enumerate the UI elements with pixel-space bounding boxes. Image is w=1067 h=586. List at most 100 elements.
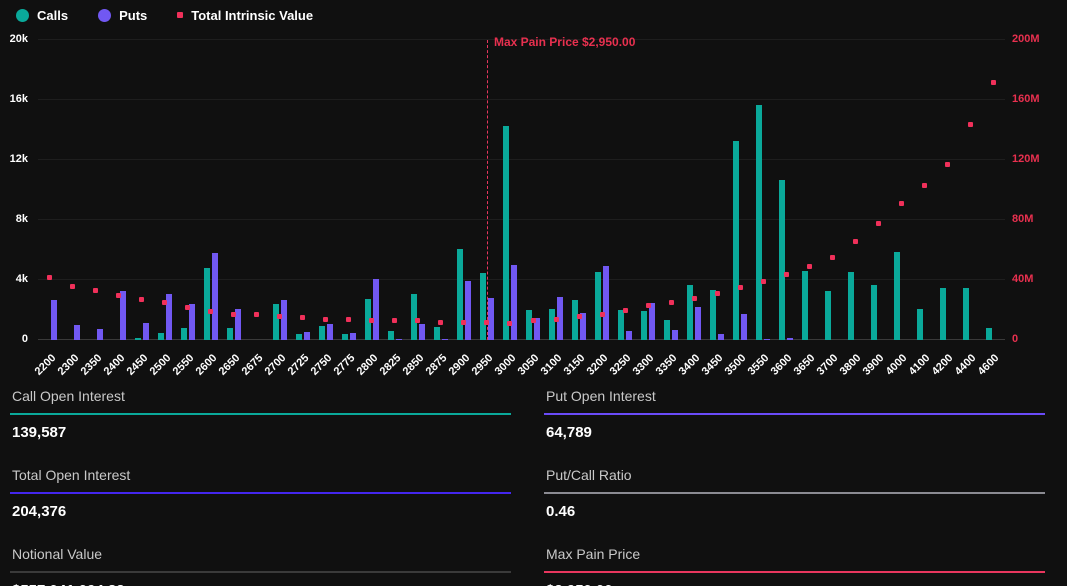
put-bar[interactable] [281, 300, 287, 341]
call-bar[interactable] [940, 288, 946, 340]
intrinsic-value-dot[interactable] [600, 312, 605, 317]
call-bar[interactable] [526, 310, 532, 340]
intrinsic-value-dot[interactable] [807, 264, 812, 269]
call-bar[interactable] [319, 326, 325, 340]
call-bar[interactable] [181, 328, 187, 340]
call-bar[interactable] [825, 291, 831, 340]
intrinsic-value-dot[interactable] [70, 284, 75, 289]
call-bar[interactable] [549, 309, 555, 340]
call-bar[interactable] [848, 272, 854, 340]
call-bar[interactable] [595, 272, 601, 340]
put-bar[interactable] [741, 314, 747, 340]
call-bar[interactable] [572, 300, 578, 340]
put-bar[interactable] [511, 265, 517, 340]
call-bar[interactable] [710, 290, 716, 340]
put-bar[interactable] [603, 266, 609, 340]
call-bar[interactable] [457, 249, 463, 340]
intrinsic-value-dot[interactable] [185, 305, 190, 310]
put-bar[interactable] [787, 338, 793, 340]
intrinsic-value-dot[interactable] [392, 318, 397, 323]
put-bar[interactable] [51, 300, 57, 340]
call-bar[interactable] [641, 311, 647, 340]
call-bar[interactable] [917, 309, 923, 340]
put-bar[interactable] [327, 324, 333, 340]
legend-item-total-intrinsic-value[interactable]: Total Intrinsic Value [177, 8, 313, 23]
call-bar[interactable] [894, 252, 900, 340]
intrinsic-value-dot[interactable] [369, 318, 374, 323]
put-bar[interactable] [74, 325, 80, 340]
call-bar[interactable] [779, 180, 785, 340]
call-bar[interactable] [733, 141, 739, 341]
put-bar[interactable] [465, 281, 471, 340]
intrinsic-value-dot[interactable] [876, 221, 881, 226]
call-bar[interactable] [756, 105, 762, 341]
call-bar[interactable] [296, 334, 302, 340]
intrinsic-value-dot[interactable] [208, 309, 213, 314]
put-bar[interactable] [718, 334, 724, 340]
call-bar[interactable] [135, 338, 141, 340]
put-bar[interactable] [97, 329, 103, 340]
intrinsic-value-dot[interactable] [623, 308, 628, 313]
intrinsic-value-dot[interactable] [231, 312, 236, 317]
call-bar[interactable] [871, 285, 877, 340]
intrinsic-value-dot[interactable] [830, 255, 835, 260]
intrinsic-value-dot[interactable] [277, 314, 282, 319]
intrinsic-value-dot[interactable] [554, 317, 559, 322]
intrinsic-value-dot[interactable] [922, 183, 927, 188]
call-bar[interactable] [986, 328, 992, 340]
call-bar[interactable] [503, 126, 509, 341]
intrinsic-value-dot[interactable] [415, 318, 420, 323]
put-bar[interactable] [419, 324, 425, 341]
call-bar[interactable] [687, 285, 693, 340]
intrinsic-value-dot[interactable] [507, 321, 512, 326]
put-bar[interactable] [672, 330, 678, 340]
intrinsic-value-dot[interactable] [853, 239, 858, 244]
put-bar[interactable] [373, 279, 379, 340]
intrinsic-value-dot[interactable] [761, 279, 766, 284]
call-bar[interactable] [664, 320, 670, 340]
call-bar[interactable] [618, 310, 624, 340]
put-bar[interactable] [212, 253, 218, 340]
call-bar[interactable] [963, 288, 969, 340]
intrinsic-value-dot[interactable] [577, 314, 582, 319]
legend-item-calls[interactable]: Calls [16, 8, 68, 23]
call-bar[interactable] [388, 331, 394, 340]
intrinsic-value-dot[interactable] [531, 318, 536, 323]
call-bar[interactable] [227, 328, 233, 340]
put-bar[interactable] [488, 298, 494, 340]
put-bar[interactable] [626, 331, 632, 340]
intrinsic-value-dot[interactable] [669, 300, 674, 305]
put-bar[interactable] [764, 339, 770, 341]
intrinsic-value-dot[interactable] [139, 297, 144, 302]
intrinsic-value-dot[interactable] [945, 162, 950, 167]
intrinsic-value-dot[interactable] [784, 272, 789, 277]
intrinsic-value-dot[interactable] [47, 275, 52, 280]
intrinsic-value-dot[interactable] [715, 291, 720, 296]
put-bar[interactable] [442, 339, 448, 341]
intrinsic-value-dot[interactable] [991, 80, 996, 85]
put-bar[interactable] [396, 339, 402, 341]
intrinsic-value-dot[interactable] [93, 288, 98, 293]
call-bar[interactable] [802, 271, 808, 340]
intrinsic-value-dot[interactable] [692, 296, 697, 301]
call-bar[interactable] [342, 334, 348, 340]
call-bar[interactable] [204, 268, 210, 340]
put-bar[interactable] [695, 307, 701, 340]
intrinsic-value-dot[interactable] [254, 312, 259, 317]
call-bar[interactable] [158, 333, 164, 341]
put-bar[interactable] [350, 333, 356, 341]
legend-item-puts[interactable]: Puts [98, 8, 147, 23]
intrinsic-value-dot[interactable] [968, 122, 973, 127]
intrinsic-value-dot[interactable] [899, 201, 904, 206]
call-bar[interactable] [273, 304, 279, 340]
put-bar[interactable] [120, 291, 126, 340]
intrinsic-value-dot[interactable] [438, 320, 443, 325]
intrinsic-value-dot[interactable] [162, 300, 167, 305]
intrinsic-value-dot[interactable] [116, 293, 121, 298]
call-bar[interactable] [434, 327, 440, 340]
intrinsic-value-dot[interactable] [646, 303, 651, 308]
intrinsic-value-dot[interactable] [461, 320, 466, 325]
put-bar[interactable] [304, 332, 310, 340]
intrinsic-value-dot[interactable] [323, 317, 328, 322]
intrinsic-value-dot[interactable] [738, 285, 743, 290]
